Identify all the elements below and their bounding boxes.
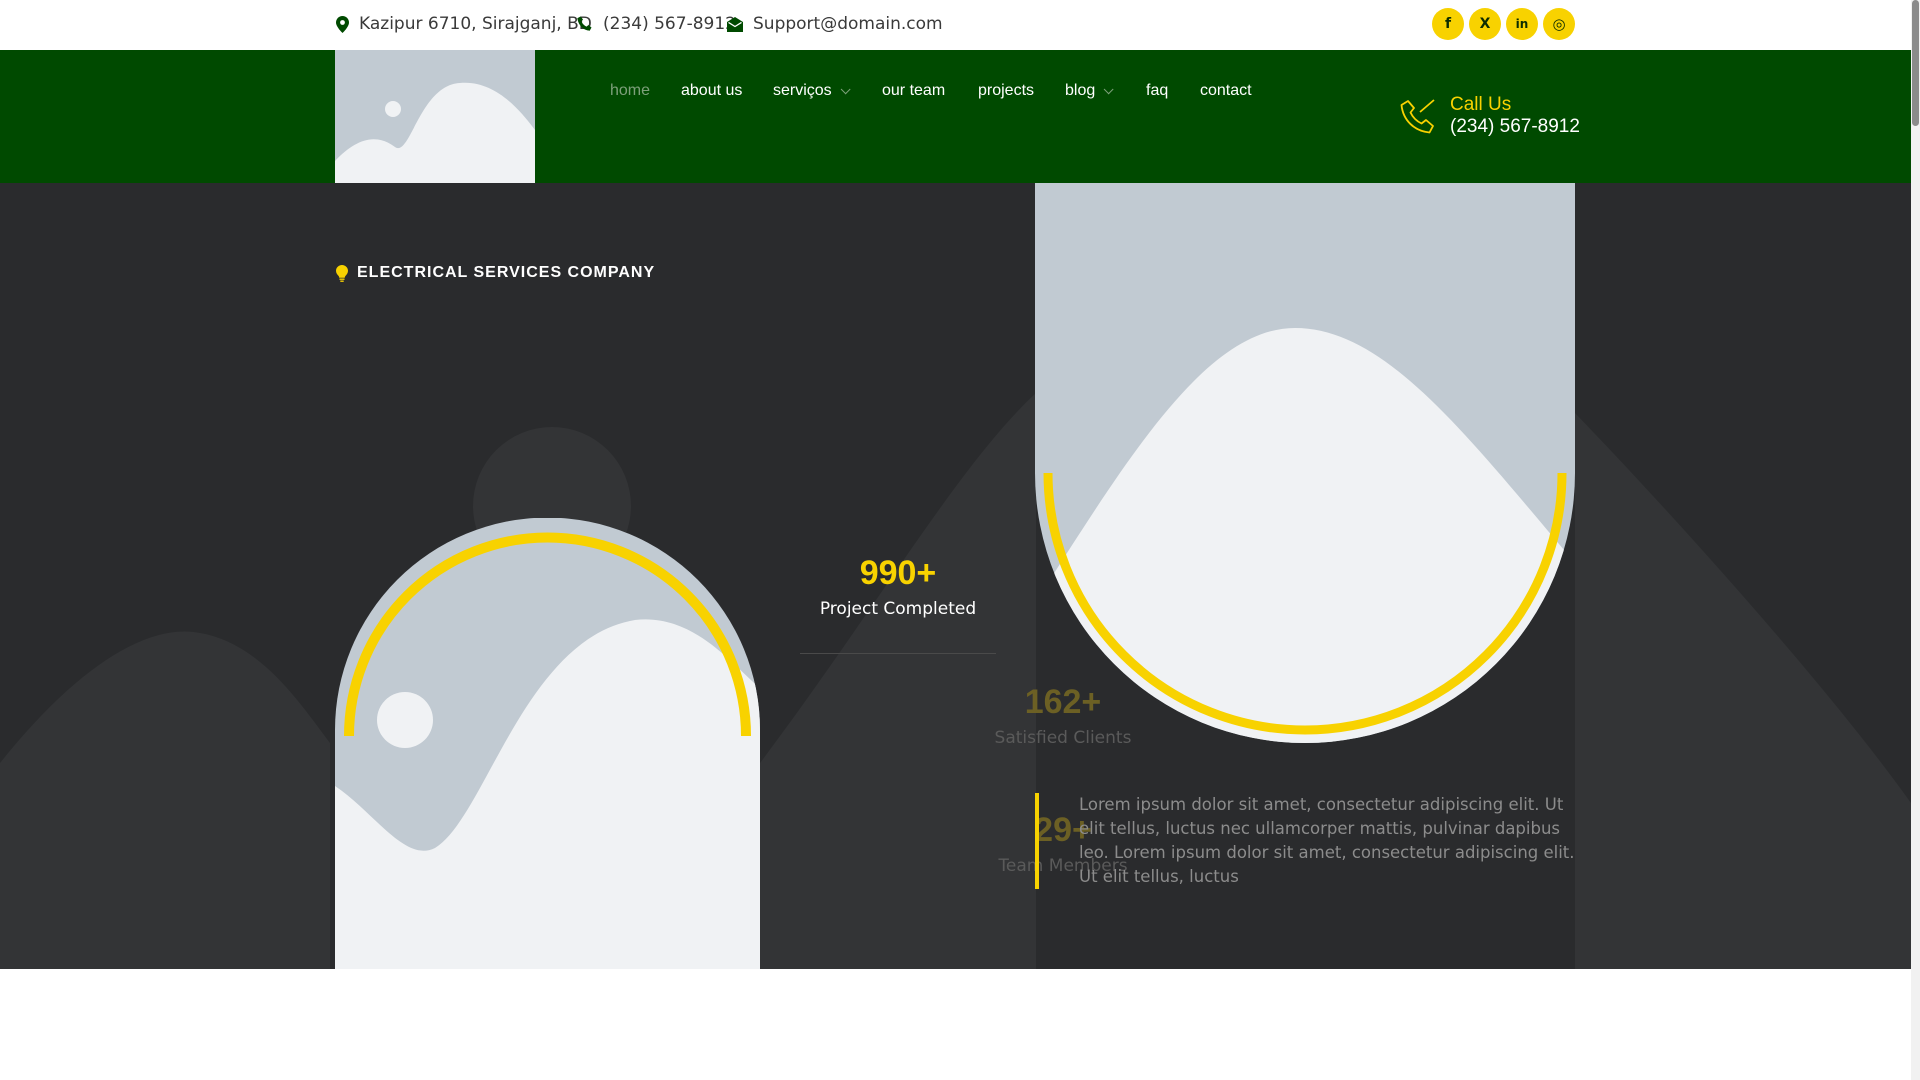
stat-value: 990+: [859, 554, 937, 592]
nav-label: projects: [978, 82, 1035, 99]
nav-faq[interactable]: faq: [1146, 82, 1168, 100]
phone-item[interactable]: (234) 567-8912: [577, 14, 736, 34]
phone-outline-icon: [1400, 99, 1435, 134]
map-pin-icon: [336, 15, 349, 33]
facebook-icon[interactable]: f: [1432, 8, 1464, 40]
nav-label: faq: [1146, 82, 1169, 99]
nav-services[interactable]: serviços: [773, 82, 851, 100]
hero-section: ELECTRICAL SERVICES COMPANY 990+ Project…: [0, 183, 1911, 969]
site-logo[interactable]: [335, 50, 535, 183]
address-item: Kazipur 6710, Sirajganj, BD: [336, 14, 592, 34]
stat-divider: [800, 653, 996, 654]
instagram-icon[interactable]: ◎: [1543, 8, 1575, 40]
stat-label: Project Completed: [819, 599, 977, 619]
tagline-text: ELECTRICAL SERVICES COMPANY: [357, 264, 656, 281]
left-image-placeholder: [335, 518, 760, 969]
chevron-down-icon: [1103, 83, 1114, 94]
nav-contact[interactable]: contact: [1200, 82, 1252, 100]
top-bar: Kazipur 6710, Sirajganj, BD (234) 567-89…: [0, 0, 1911, 50]
hero-description: Lorem ipsum dolor sit amet, consectetur …: [1035, 793, 1575, 889]
call-us-block[interactable]: Call Us (234) 567-8912: [1400, 94, 1580, 138]
nav-blog[interactable]: blog: [1065, 82, 1114, 100]
main-header: home about us serviços our team projects…: [0, 50, 1911, 183]
nav-label: contact: [1200, 82, 1252, 99]
nav-label: serviços: [773, 82, 832, 99]
hero-tagline: ELECTRICAL SERVICES COMPANY: [336, 264, 655, 282]
nav-label: home: [610, 82, 651, 99]
nav-label: about us: [681, 82, 743, 99]
call-us-label: Call Us: [1450, 94, 1512, 115]
linkedin-icon[interactable]: in: [1506, 8, 1538, 40]
phone-text[interactable]: (234) 567-8912: [603, 14, 736, 34]
scrollbar-thumb[interactable]: [1912, 0, 1919, 126]
chevron-down-icon: [840, 83, 851, 94]
nav-label: blog: [1065, 82, 1096, 99]
x-twitter-icon[interactable]: X: [1469, 8, 1501, 40]
image-placeholder-icon: [335, 50, 535, 183]
phone-icon: [577, 16, 592, 31]
call-us-number[interactable]: (234) 567-8912: [1450, 116, 1580, 138]
stat-value: 162+: [1024, 683, 1102, 721]
nav-label: our team: [882, 82, 946, 99]
nav-projects[interactable]: projects: [978, 82, 1034, 100]
stat-satisfied-clients: 162+ Satisfied Clients: [963, 682, 1163, 748]
nav-home[interactable]: home: [610, 82, 650, 100]
stat-label: Satisfied Clients: [994, 728, 1132, 748]
email-text[interactable]: Support@domain.com: [753, 14, 943, 34]
address-text: Kazipur 6710, Sirajganj, BD: [359, 14, 592, 34]
nav-about-us[interactable]: about us: [681, 82, 742, 100]
stat-projects-completed: 990+ Project Completed: [798, 553, 998, 619]
page-scrollbar[interactable]: [1911, 0, 1920, 1080]
envelope-open-icon: [727, 16, 743, 32]
right-image-placeholder: [1035, 183, 1575, 743]
lightbulb-icon: [336, 264, 348, 282]
email-item[interactable]: Support@domain.com: [727, 14, 943, 34]
nav-our-team[interactable]: our team: [882, 82, 945, 100]
